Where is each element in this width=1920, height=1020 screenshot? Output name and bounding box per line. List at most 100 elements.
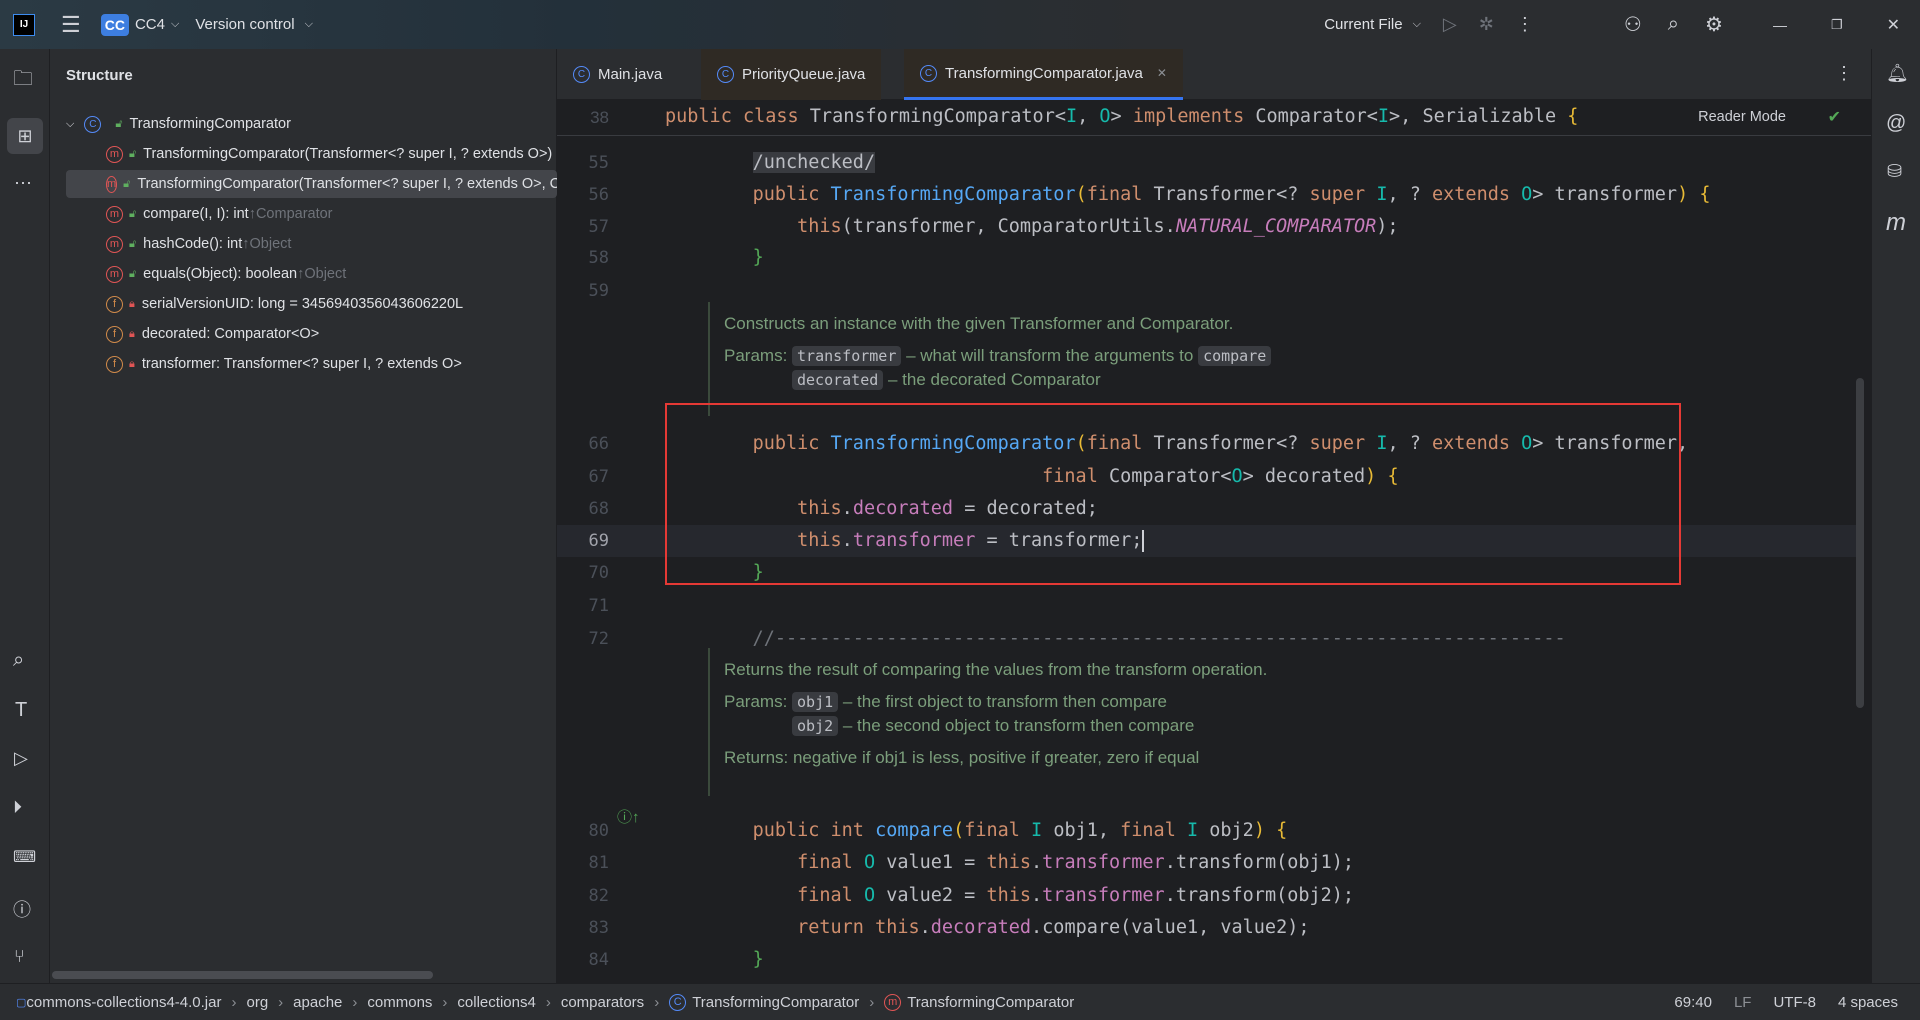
method-icon: m [106, 235, 123, 253]
indent-setting[interactable]: 4 spaces [1838, 994, 1898, 1011]
problems-icon[interactable]: ⓘ [13, 896, 31, 922]
structure-item[interactable]: f 🔒︎ transformer: Transformer<? super I, ?… [50, 350, 557, 378]
code-token: /unchecked/ [752, 152, 876, 173]
code-line[interactable]: this(transformer, ComparatorUtils.NATURA… [708, 216, 1399, 237]
main-menu-icon[interactable]: ☰ [61, 12, 81, 38]
services-icon[interactable]: ⏵ [13, 797, 22, 818]
project-icon[interactable]: 🗀 [13, 64, 33, 98]
intellij-logo-icon[interactable]: IJ [13, 13, 35, 36]
code-token: { [1567, 106, 1579, 127]
breadcrumb-item[interactable]: commons-collections4-4.0.jar [26, 994, 221, 1011]
chevron-down-icon[interactable]: ⌵ [66, 118, 74, 131]
tab-options-icon[interactable]: ⋮ [1835, 63, 1853, 84]
tab-main-java[interactable]: C Main.java [557, 49, 678, 100]
line-separator[interactable]: LF [1734, 994, 1752, 1011]
field-icon: f [106, 295, 123, 313]
more-icon[interactable]: ⋮ [1516, 14, 1534, 35]
code-line[interactable]: public int compare(final I obj1, final I… [708, 820, 1288, 841]
close-tab-icon[interactable]: ✕ [1157, 66, 1167, 80]
restore-icon[interactable]: ❐ [1831, 17, 1843, 33]
debug-icon[interactable]: ✲ [1479, 14, 1494, 35]
code-line[interactable]: } [708, 949, 764, 970]
run-config-selector[interactable]: Current File [1324, 16, 1402, 33]
reader-mode-button[interactable]: Reader Mode [1698, 109, 1786, 125]
code-token: obj1, [1053, 820, 1121, 841]
code-token: value2 = [886, 885, 987, 906]
breadcrumb-item[interactable]: TransformingComparator [692, 994, 859, 1011]
caret-position[interactable]: 69:40 [1674, 994, 1712, 1011]
method-icon: m [884, 993, 902, 1011]
database-icon[interactable]: ⛁ [1887, 161, 1902, 182]
project-name[interactable]: CC4 [135, 16, 165, 33]
search-icon[interactable]: ⌕ [1668, 13, 1679, 36]
git-icon[interactable]: ⑂ [14, 946, 25, 967]
line-number: 81 [588, 853, 609, 873]
check-icon: ✔ [1827, 109, 1841, 126]
line-number: 66 [588, 434, 609, 454]
run-icon[interactable]: ▷ [1443, 14, 1457, 35]
line-number: 84 [588, 950, 609, 970]
find-icon[interactable]: ⌕ [13, 649, 24, 672]
settings-icon[interactable]: ⚙ [1705, 12, 1723, 37]
chevron-down-icon[interactable]: ⌵ [305, 18, 313, 31]
structure-item[interactable]: f 🔒︎ decorated: Comparator<O> [50, 320, 557, 348]
notifications-icon[interactable]: 🔔︎ [1886, 63, 1909, 84]
code-token: ) { [1253, 820, 1288, 841]
code-token: public class [665, 106, 810, 127]
code-token: Transformer<? [1153, 184, 1310, 205]
structure-item[interactable]: f 🔒︎ serialVersionUID: long = 345694035604… [50, 290, 557, 318]
code-line[interactable]: return this.decorated.compare(value1, va… [708, 917, 1309, 938]
run-tool-icon[interactable]: ▷ [14, 748, 28, 769]
vertical-scrollbar[interactable] [1856, 378, 1864, 708]
breadcrumb-item[interactable]: TransformingComparator [907, 994, 1074, 1011]
code-editor[interactable]: 55 /unchecked/56 public TransformingComp… [557, 100, 1871, 983]
horizontal-scrollbar[interactable] [52, 971, 433, 979]
close-window-icon[interactable]: ✕ [1887, 15, 1900, 35]
chevron-down-icon[interactable]: ⌵ [171, 18, 179, 31]
code-token: ) { [1677, 184, 1711, 205]
breadcrumb-item[interactable]: comparators [561, 994, 644, 1011]
structure-item[interactable]: m 🔓︎ TransformingComparator(Transformer<? … [66, 170, 557, 198]
add-user-icon[interactable]: ⚇ [1624, 12, 1642, 37]
breadcrumb-item[interactable]: org [246, 994, 268, 1011]
structure-item[interactable]: m 🔓︎ equals(Object): boolean ↑Object [50, 260, 557, 288]
public-icon: 🔓︎ [129, 147, 137, 160]
build-icon[interactable]: T [15, 699, 27, 722]
field-icon: f [106, 325, 123, 343]
doc-ref[interactable]: compare [1198, 346, 1272, 366]
structure-item[interactable]: m 🔓︎ hashCode(): int ↑Object [50, 230, 557, 258]
implements-gutter-icon[interactable]: ⓘ↑ [617, 806, 640, 827]
structure-item[interactable]: m 🔓︎ TransformingComparator(Transformer<? … [50, 140, 557, 168]
tab-priorityqueue-java[interactable]: C PriorityQueue.java [701, 49, 882, 100]
structure-icon[interactable]: ⊞ [7, 118, 43, 154]
code-token: ); [1376, 216, 1399, 237]
breadcrumb-item[interactable]: apache [293, 994, 342, 1011]
code-line[interactable]: public TransformingComparator(final Tran… [708, 184, 1711, 205]
sticky-line[interactable]: 38 public class TransformingComparator<I… [557, 100, 1871, 136]
more-tools-icon[interactable]: ⋯ [14, 173, 32, 194]
public-icon: 🔓︎ [115, 117, 123, 130]
code-token: transformer [1042, 852, 1165, 873]
code-line[interactable]: } [708, 247, 764, 268]
line-number: 57 [588, 217, 609, 237]
code-line[interactable]: final O value1 = this.transformer.transf… [708, 852, 1354, 873]
chevron-down-icon[interactable]: ⌵ [1413, 18, 1421, 31]
project-badge[interactable]: CC [100, 13, 129, 36]
ai-assistant-icon[interactable]: @ [1886, 112, 1906, 135]
maven-icon[interactable]: m [1886, 209, 1906, 237]
code-line[interactable]: /unchecked/ [708, 152, 876, 173]
terminal-icon[interactable]: ⌨ [13, 847, 36, 867]
structure-item[interactable]: ⌵ C 🔓︎ TransformingComparator [50, 110, 557, 138]
code-line[interactable]: final O value2 = this.transformer.transf… [708, 885, 1354, 906]
breadcrumb-item[interactable]: commons [367, 994, 432, 1011]
file-encoding[interactable]: UTF-8 [1773, 994, 1816, 1011]
code-token: this [797, 216, 842, 237]
code-token: extends [1432, 184, 1522, 205]
structure-item[interactable]: m 🔓︎ compare(I, I): int ↑Comparator [50, 200, 557, 228]
code-line[interactable]: //--------------------------------------… [708, 628, 1566, 649]
breadcrumb-item[interactable]: collections4 [457, 994, 535, 1011]
version-control-menu[interactable]: Version control [195, 16, 294, 33]
minimize-icon[interactable]: — [1773, 17, 1787, 33]
tab-transformingcomparator-java[interactable]: C TransformingComparator.java ✕ [904, 49, 1183, 100]
